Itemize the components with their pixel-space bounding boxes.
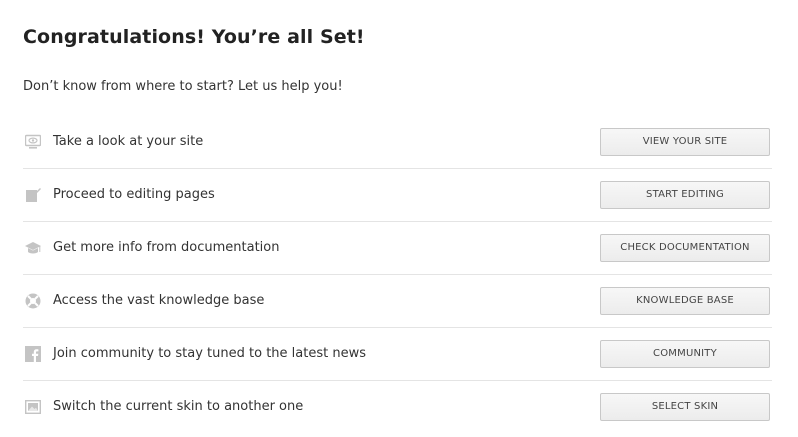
lifebuoy-icon [25, 293, 41, 309]
list-item: Get more info from documentation CHECK D… [23, 222, 772, 275]
view-your-site-button[interactable]: VIEW YOUR SITE [600, 128, 770, 156]
action-list: Take a look at your site VIEW YOUR SITE … [23, 116, 772, 434]
row-label: Access the vast knowledge base [53, 293, 265, 308]
row-label: Take a look at your site [53, 134, 204, 149]
list-item: Switch the current skin to another one S… [23, 381, 772, 434]
row-label: Proceed to editing pages [53, 187, 215, 202]
graduation-cap-icon [25, 240, 41, 256]
row-label: Switch the current skin to another one [53, 399, 304, 414]
image-frame-icon [25, 399, 41, 415]
list-item: Proceed to editing pages START EDITING [23, 169, 772, 222]
row-label: Join community to stay tuned to the late… [53, 346, 366, 361]
start-editing-button[interactable]: START EDITING [600, 181, 770, 209]
page-title: Congratulations! You’re all Set! [23, 26, 365, 48]
knowledge-base-button[interactable]: KNOWLEDGE BASE [600, 287, 770, 315]
facebook-icon [25, 346, 41, 362]
select-skin-button[interactable]: SELECT SKIN [600, 393, 770, 421]
community-button[interactable]: COMMUNITY [600, 340, 770, 368]
row-label: Get more info from documentation [53, 240, 280, 255]
check-documentation-button[interactable]: CHECK DOCUMENTATION [600, 234, 770, 262]
monitor-eye-icon [25, 134, 41, 150]
list-item: Take a look at your site VIEW YOUR SITE [23, 116, 772, 169]
list-item: Join community to stay tuned to the late… [23, 328, 772, 381]
welcome-panel: Congratulations! You’re all Set! Don’t k… [0, 0, 798, 437]
list-item: Access the vast knowledge base KNOWLEDGE… [23, 275, 772, 328]
edit-note-icon [25, 187, 41, 203]
page-subtitle: Don’t know from where to start? Let us h… [23, 79, 343, 94]
